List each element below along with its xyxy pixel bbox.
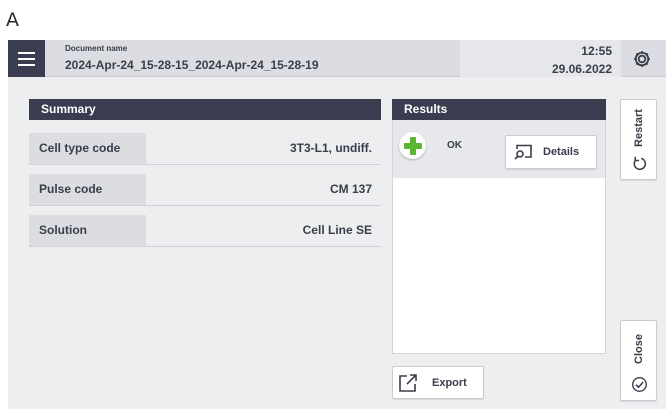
- document-name: 2024-Apr-24_15-28-15_2024-Apr-24_15-28-1…: [65, 58, 319, 72]
- results-list: OK Details: [392, 120, 606, 354]
- restart-label: Restart: [632, 109, 645, 147]
- summary-row-pulse-code: Pulse code CM 137: [29, 174, 381, 206]
- details-label: Details: [543, 146, 580, 158]
- row-label: Solution: [29, 215, 146, 246]
- results-header: Results: [392, 99, 606, 120]
- gear-icon: [634, 51, 650, 67]
- restart-icon: [633, 156, 647, 171]
- close-button[interactable]: Close: [620, 320, 657, 401]
- document-caption: Document name: [65, 44, 128, 53]
- hamburger-menu-icon: [18, 51, 35, 54]
- summary-row-solution: Solution Cell Line SE: [29, 215, 381, 247]
- document-info: Document name 2024-Apr-24_15-28-15_2024-…: [65, 44, 319, 72]
- header-bar: Document name 2024-Apr-24_15-28-15_2024-…: [8, 40, 666, 77]
- plus-icon: [399, 132, 426, 159]
- settings-button[interactable]: [629, 46, 655, 72]
- datetime-display: 12:55 29.06.2022: [460, 40, 621, 77]
- zoom-window-icon: [514, 144, 532, 160]
- check-circle-icon: [632, 377, 647, 392]
- details-button[interactable]: Details: [505, 135, 597, 169]
- row-value: Cell Line SE: [302, 223, 372, 237]
- summary-header: Summary: [29, 99, 381, 120]
- clock-time: 12:55: [581, 44, 612, 58]
- clock-date: 29.06.2022: [551, 62, 612, 76]
- restart-button[interactable]: Restart: [620, 99, 657, 180]
- result-item: OK Details: [393, 120, 605, 178]
- figure-label: A: [6, 9, 19, 31]
- summary-row-cell-type: Cell type code 3T3-L1, undiff.: [29, 133, 381, 165]
- menu-button[interactable]: [8, 40, 45, 77]
- app-screen: Document name 2024-Apr-24_15-28-15_2024-…: [8, 40, 666, 409]
- export-icon: [399, 373, 417, 392]
- row-label: Pulse code: [29, 174, 146, 205]
- export-label: Export: [432, 376, 467, 389]
- close-label: Close: [632, 334, 645, 364]
- row-value: 3T3-L1, undiff.: [290, 141, 372, 155]
- row-label: Cell type code: [29, 133, 146, 164]
- row-value: CM 137: [329, 182, 372, 196]
- export-button[interactable]: Export: [392, 366, 484, 399]
- result-status: OK: [447, 140, 462, 151]
